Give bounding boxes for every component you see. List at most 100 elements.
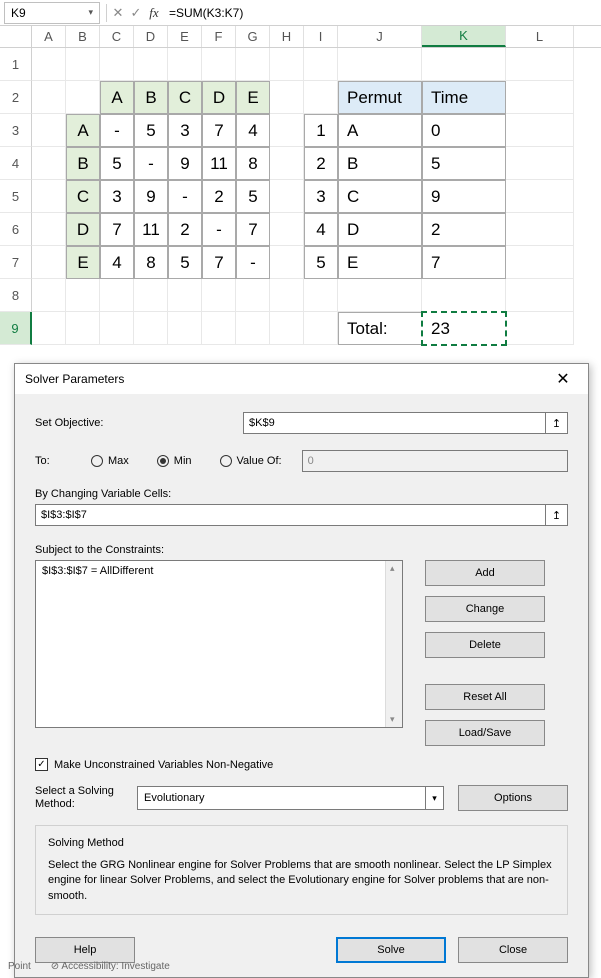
cell[interactable]: [270, 81, 304, 114]
cell[interactable]: [270, 312, 304, 345]
chevron-down-icon[interactable]: ▾: [425, 787, 443, 809]
cell[interactable]: [32, 114, 66, 147]
delete-button[interactable]: Delete: [425, 632, 545, 658]
cell[interactable]: E: [66, 246, 100, 279]
cell[interactable]: 8: [236, 147, 270, 180]
cell[interactable]: 2: [422, 213, 506, 246]
cell[interactable]: D: [202, 81, 236, 114]
row-header[interactable]: 5: [0, 180, 32, 213]
cell[interactable]: A: [100, 81, 134, 114]
load-save-button[interactable]: Load/Save: [425, 720, 545, 746]
chevron-down-icon[interactable]: ▾: [88, 7, 93, 18]
cell[interactable]: [270, 147, 304, 180]
cell[interactable]: [422, 48, 506, 81]
cell[interactable]: 5: [304, 246, 338, 279]
formula-input[interactable]: =SUM(K3:K7): [163, 6, 601, 20]
close-icon[interactable]: ✕: [548, 369, 578, 389]
name-box[interactable]: K9 ▾: [4, 2, 100, 24]
column-header[interactable]: I: [304, 26, 338, 47]
reset-all-button[interactable]: Reset All: [425, 684, 545, 710]
cell[interactable]: [32, 213, 66, 246]
row-header[interactable]: 1: [0, 48, 32, 81]
fx-icon[interactable]: fx: [145, 5, 163, 21]
cell[interactable]: C: [66, 180, 100, 213]
radio-min[interactable]: Min: [157, 455, 192, 467]
column-header[interactable]: D: [134, 26, 168, 47]
cell[interactable]: [422, 279, 506, 312]
cell[interactable]: [304, 48, 338, 81]
cell[interactable]: [236, 312, 270, 345]
cell[interactable]: [270, 48, 304, 81]
enter-icon[interactable]: ✓: [127, 5, 145, 21]
cell[interactable]: -: [236, 246, 270, 279]
cell[interactable]: [506, 147, 574, 180]
spreadsheet-grid[interactable]: 12ABCDEPermutTime3A-53741A04B5-91182B55C…: [0, 48, 601, 345]
active-cell[interactable]: 23: [421, 311, 507, 346]
cell[interactable]: 9: [134, 180, 168, 213]
scrollbar[interactable]: [385, 561, 402, 727]
row-header[interactable]: 6: [0, 213, 32, 246]
cell[interactable]: [32, 147, 66, 180]
cell[interactable]: 4: [236, 114, 270, 147]
cell[interactable]: -: [134, 147, 168, 180]
cell[interactable]: [134, 279, 168, 312]
column-header[interactable]: G: [236, 26, 270, 47]
radio-max[interactable]: Max: [91, 455, 129, 467]
constraint-item[interactable]: $I$3:$I$7 = AllDifferent: [42, 565, 396, 577]
cell[interactable]: C: [338, 180, 422, 213]
cell[interactable]: A: [66, 114, 100, 147]
cell[interactable]: [32, 81, 66, 114]
cell[interactable]: [506, 180, 574, 213]
cell[interactable]: [100, 279, 134, 312]
row-header[interactable]: 8: [0, 279, 32, 312]
cell[interactable]: 2: [304, 147, 338, 180]
cell[interactable]: 5: [236, 180, 270, 213]
set-objective-input[interactable]: $K$9: [243, 412, 546, 434]
cell[interactable]: D: [338, 213, 422, 246]
cell[interactable]: [202, 48, 236, 81]
cell[interactable]: 5: [134, 114, 168, 147]
add-button[interactable]: Add: [425, 560, 545, 586]
cell[interactable]: [66, 48, 100, 81]
column-header[interactable]: F: [202, 26, 236, 47]
column-header[interactable]: J: [338, 26, 422, 47]
cell[interactable]: 7: [236, 213, 270, 246]
cancel-icon[interactable]: ✕: [109, 5, 127, 21]
cell[interactable]: [506, 48, 574, 81]
cell[interactable]: [506, 213, 574, 246]
cell[interactable]: 8: [134, 246, 168, 279]
cell[interactable]: [168, 279, 202, 312]
cell[interactable]: [32, 48, 66, 81]
row-header[interactable]: 7: [0, 246, 32, 279]
constraints-list[interactable]: $I$3:$I$7 = AllDifferent: [35, 560, 403, 728]
cell[interactable]: [202, 312, 236, 345]
cell[interactable]: D: [66, 213, 100, 246]
cell[interactable]: [100, 48, 134, 81]
cell[interactable]: [32, 246, 66, 279]
cell[interactable]: A: [338, 114, 422, 147]
cell[interactable]: 7: [202, 114, 236, 147]
solving-method-select[interactable]: Evolutionary ▾: [137, 786, 444, 810]
cell[interactable]: -: [202, 213, 236, 246]
column-header[interactable]: E: [168, 26, 202, 47]
make-unconstrained-checkbox[interactable]: ✓: [35, 758, 48, 771]
range-picker-icon[interactable]: ↥: [546, 412, 568, 434]
cell[interactable]: 4: [304, 213, 338, 246]
cell[interactable]: [168, 312, 202, 345]
cell[interactable]: [100, 312, 134, 345]
cell[interactable]: 11: [134, 213, 168, 246]
cell[interactable]: [270, 114, 304, 147]
cell[interactable]: [134, 312, 168, 345]
cell[interactable]: [134, 48, 168, 81]
cell[interactable]: [66, 312, 100, 345]
cell[interactable]: 4: [100, 246, 134, 279]
cell[interactable]: 2: [168, 213, 202, 246]
cell[interactable]: B: [134, 81, 168, 114]
cell[interactable]: [270, 180, 304, 213]
row-header[interactable]: 3: [0, 114, 32, 147]
cell[interactable]: 7: [202, 246, 236, 279]
column-header[interactable]: C: [100, 26, 134, 47]
cell[interactable]: 5: [168, 246, 202, 279]
column-header[interactable]: A: [32, 26, 66, 47]
cell[interactable]: [236, 48, 270, 81]
